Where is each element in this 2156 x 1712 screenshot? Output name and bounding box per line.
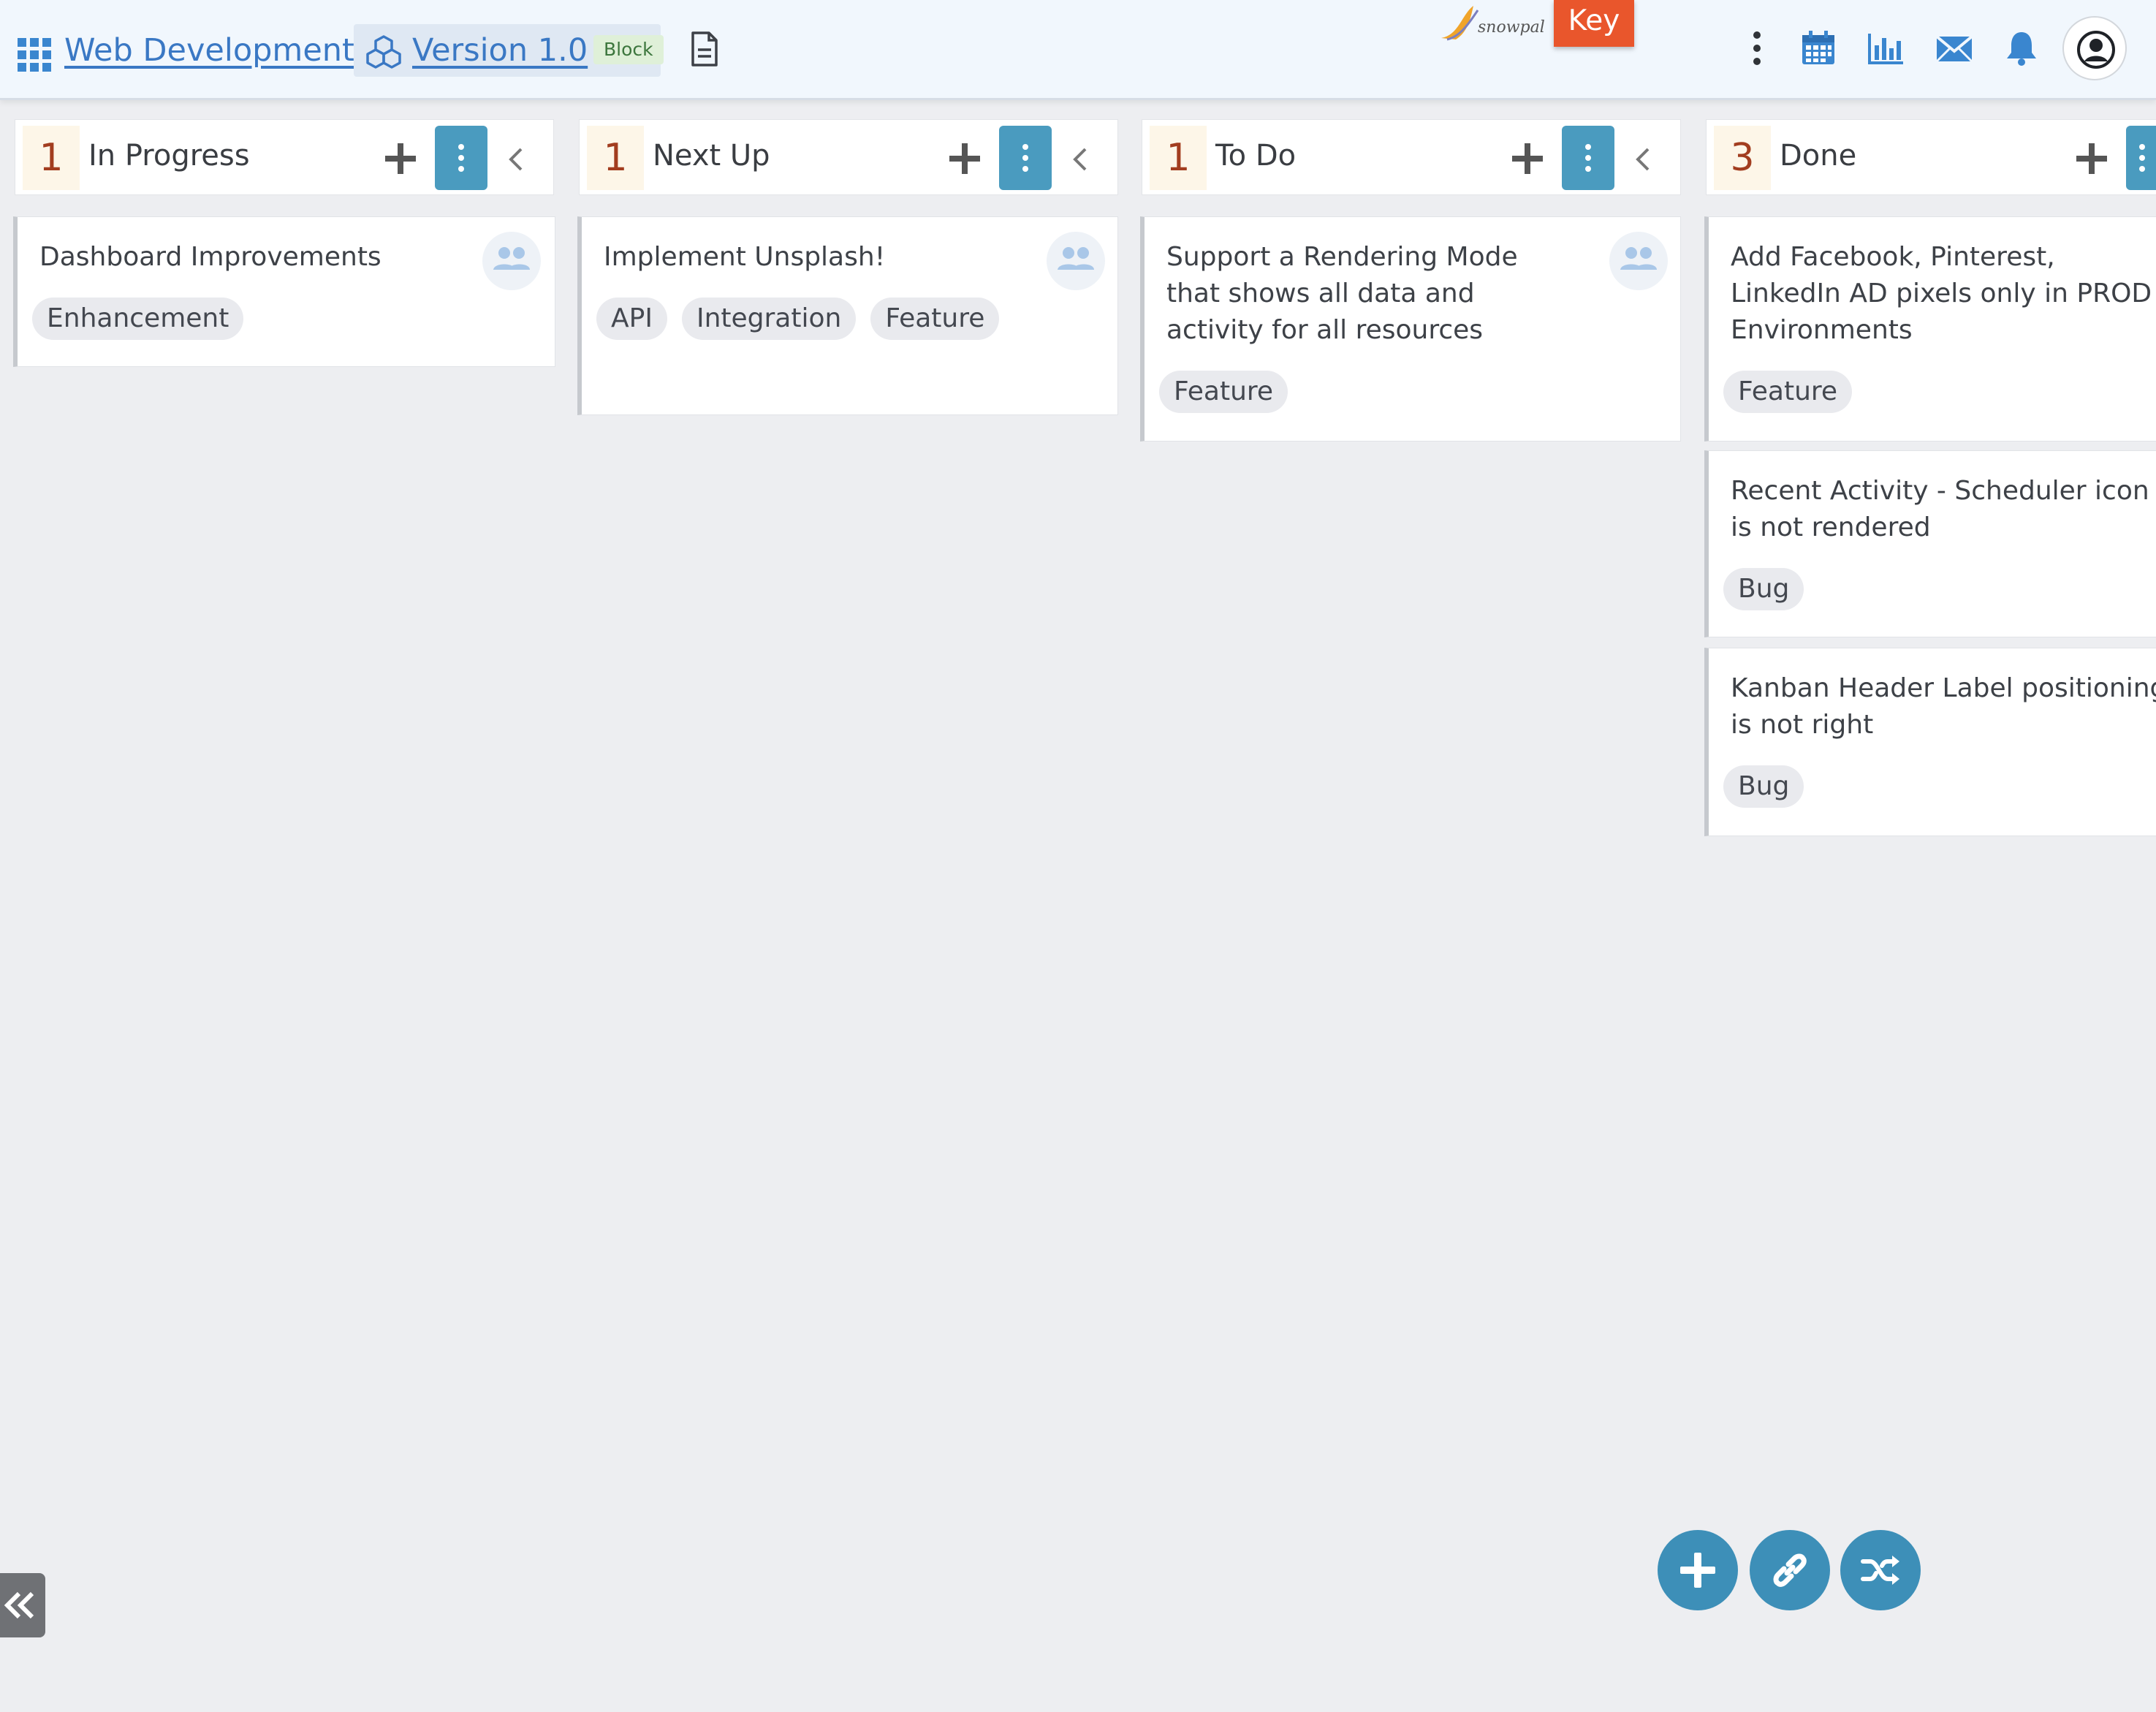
kebab-icon: [458, 144, 464, 172]
user-avatar-button[interactable]: [2062, 16, 2127, 80]
column-title: In Progress: [88, 139, 250, 173]
tag[interactable]: API: [596, 298, 667, 340]
tag[interactable]: Enhancement: [32, 298, 244, 340]
column-menu-button[interactable]: [999, 126, 1052, 190]
shuffle-icon: [1861, 1556, 1899, 1585]
card-title: Support a Rendering Mode that shows all …: [1166, 242, 1518, 345]
tag[interactable]: Feature: [870, 298, 1000, 340]
snowpal-logo: snowpal: [1441, 6, 1545, 41]
calendar-icon[interactable]: [1799, 29, 1837, 67]
column-count: 1: [1150, 126, 1207, 190]
top-bar: Web Development Version 1.0 Block snowpa…: [0, 0, 2156, 100]
users-icon: [1620, 247, 1657, 270]
tag[interactable]: Bug: [1723, 765, 1804, 808]
add-card-icon[interactable]: [948, 142, 982, 175]
tag-list: Bug: [1723, 765, 1804, 808]
tag[interactable]: Integration: [681, 298, 857, 340]
tag-list: Enhancement: [32, 298, 244, 340]
double-chevron-left-icon: [4, 1591, 34, 1619]
card[interactable]: Support a Rendering Mode that shows all …: [1140, 216, 1681, 442]
tag[interactable]: Feature: [1723, 371, 1853, 413]
card-title: Implement Unsplash!: [604, 242, 886, 272]
document-icon[interactable]: [690, 31, 719, 67]
column-menu-button[interactable]: [1562, 126, 1614, 190]
card[interactable]: Dashboard Improvements Enhancement: [13, 216, 555, 367]
column-header-in-progress: 1 In Progress: [15, 119, 554, 195]
column-header-to-do: 1 To Do: [1142, 119, 1681, 195]
assign-members-button[interactable]: [1609, 232, 1668, 290]
add-card-icon[interactable]: [1511, 142, 1544, 175]
tag[interactable]: Bug: [1723, 568, 1804, 610]
card[interactable]: Add Facebook, Pinterest, LinkedIn AD pix…: [1704, 216, 2156, 442]
kebab-icon: [2139, 144, 2145, 172]
users-icon: [1058, 247, 1094, 270]
column-count: 3: [1714, 126, 1771, 190]
column-count: 1: [587, 126, 644, 190]
project-link[interactable]: Web Development: [64, 32, 354, 69]
column-title: Done: [1780, 139, 1857, 173]
column-count: 1: [23, 126, 80, 190]
card-title: Add Facebook, Pinterest, LinkedIn AD pix…: [1731, 242, 2152, 345]
assign-members-button[interactable]: [1047, 232, 1105, 290]
collapse-column-icon[interactable]: [1631, 145, 1657, 174]
link-icon: [1773, 1553, 1807, 1587]
grid-icon[interactable]: [18, 38, 51, 72]
column-header-done: 3 Done: [1706, 119, 2156, 195]
add-button[interactable]: [1658, 1530, 1738, 1610]
plus-icon: [1680, 1553, 1715, 1588]
collapse-column-icon[interactable]: [504, 145, 530, 174]
card[interactable]: Kanban Header Label positioning is not r…: [1704, 648, 2156, 836]
tag-list: Feature: [1159, 371, 1288, 413]
card-title: Kanban Header Label positioning is not r…: [1731, 673, 2156, 740]
logo-text: snowpal: [1478, 18, 1545, 37]
chart-icon[interactable]: [1867, 29, 1905, 67]
kebab-icon: [1585, 144, 1591, 172]
shuffle-button[interactable]: [1840, 1530, 1921, 1610]
mail-icon[interactable]: [1935, 29, 1973, 67]
kebab-icon: [1022, 144, 1028, 172]
tag-list: Feature: [1723, 371, 1853, 413]
cubes-icon: [366, 35, 401, 69]
add-card-icon[interactable]: [384, 142, 417, 175]
version-link[interactable]: Version 1.0: [412, 32, 588, 69]
add-card-icon[interactable]: [2075, 142, 2108, 175]
column-menu-button[interactable]: [435, 126, 487, 190]
bell-icon[interactable]: [2003, 29, 2041, 67]
users-icon: [493, 247, 530, 270]
collapse-column-icon[interactable]: [1068, 145, 1094, 174]
expand-sidebar-button[interactable]: [0, 1573, 45, 1637]
tag-list: API Integration Feature: [596, 298, 1000, 340]
block-badge: Block: [593, 35, 664, 64]
column-header-next-up: 1 Next Up: [579, 119, 1118, 195]
card[interactable]: Implement Unsplash! API Integration Feat…: [577, 216, 1118, 415]
kebab-icon[interactable]: [1738, 29, 1776, 67]
card[interactable]: Recent Activity - Scheduler icon is not …: [1704, 450, 2156, 637]
link-button[interactable]: [1750, 1530, 1830, 1610]
column-title: To Do: [1215, 139, 1297, 173]
key-button[interactable]: Key: [1554, 0, 1634, 47]
user-circle-icon: [2077, 31, 2115, 69]
tag-list: Bug: [1723, 568, 1804, 610]
column-menu-button[interactable]: [2126, 126, 2156, 190]
assign-members-button[interactable]: [482, 232, 541, 290]
column-title: Next Up: [653, 139, 770, 173]
card-title: Recent Activity - Scheduler icon is not …: [1731, 476, 2149, 542]
card-title: Dashboard Improvements: [39, 242, 382, 272]
tag[interactable]: Feature: [1159, 371, 1288, 413]
